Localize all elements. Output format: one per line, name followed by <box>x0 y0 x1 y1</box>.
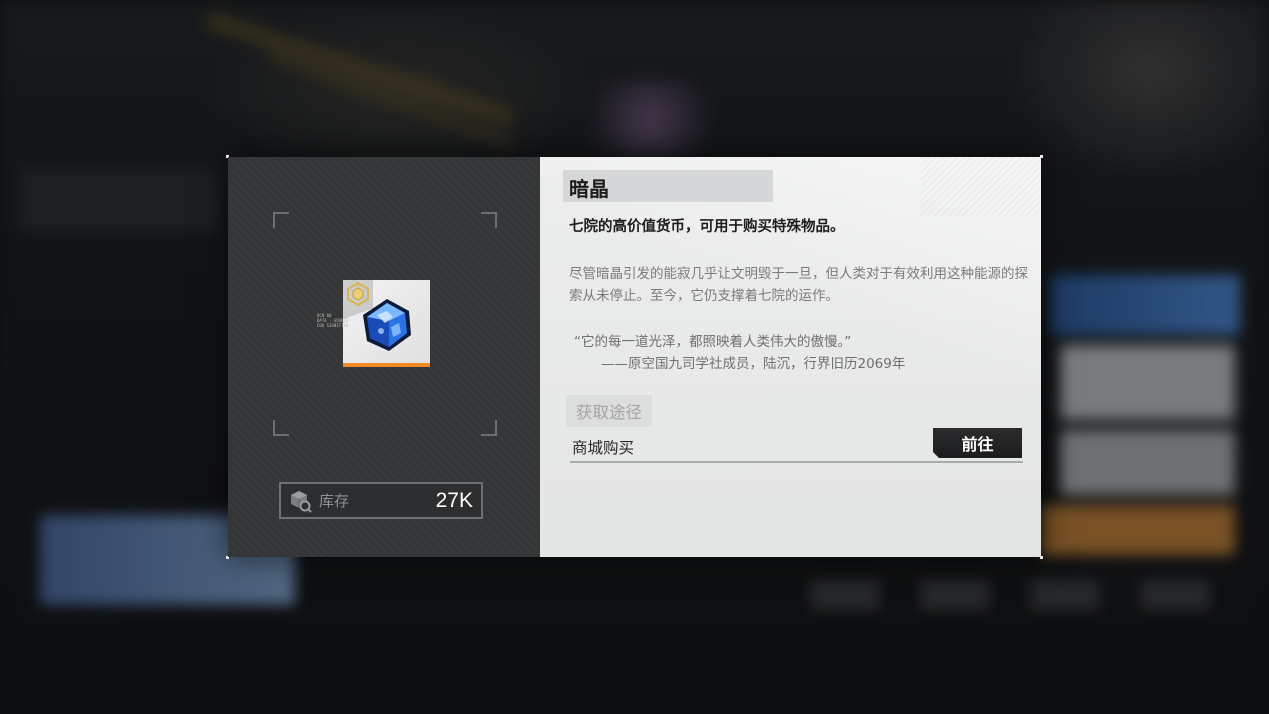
item-preview-pane: DCN 00 DATA - SOURCE COO SIGNIFIER 库存 27… <box>228 157 540 557</box>
package-search-icon <box>291 490 312 513</box>
stock-value: 27K <box>435 488 473 512</box>
frame-corner <box>273 420 289 436</box>
rarity-bar <box>343 363 430 367</box>
stock-display: 库存 27K <box>279 482 483 519</box>
frame-corner <box>481 212 497 228</box>
item-info-pane: 暗晶 七院的高价值货币，可用于购买特殊物品。 尽管暗晶引发的能寂几乎让文明毁于一… <box>540 157 1041 557</box>
game-screen: DCN 00 DATA - SOURCE COO SIGNIFIER 库存 27… <box>0 0 1269 714</box>
item-card-caption: DCN 00 DATA - SOURCE COO SIGNIFIER <box>317 313 349 328</box>
item-quote: “它的每一道光泽，都照映着人类伟大的傲慢。” <box>574 334 852 350</box>
blue-crystal-gem-icon <box>363 299 411 351</box>
item-summary: 七院的高价值货币，可用于购买特殊物品。 <box>569 219 845 235</box>
acquisition-source-row: 商城购买 前往 <box>570 431 1023 463</box>
acquisition-source-name: 商城购买 <box>572 439 635 457</box>
go-button[interactable]: 前往 <box>933 428 1022 458</box>
frame-corner <box>481 420 497 436</box>
stock-label: 库存 <box>319 492 350 510</box>
acquisition-header: 获取途径 <box>566 395 652 427</box>
item-name: 暗晶 <box>569 177 609 201</box>
item-quote-attribution: ——原空国九司学社成员，陆沉，行界旧历2069年 <box>601 356 906 372</box>
frame-corner <box>273 212 289 228</box>
item-detail-dialog: DCN 00 DATA - SOURCE COO SIGNIFIER 库存 27… <box>226 155 1043 559</box>
item-description: 尽管暗晶引发的能寂几乎让文明毁于一旦，但人类对于有效利用这种能源的探索从未停止。… <box>569 266 1028 304</box>
acquisition-header-label: 获取途径 <box>576 403 642 422</box>
